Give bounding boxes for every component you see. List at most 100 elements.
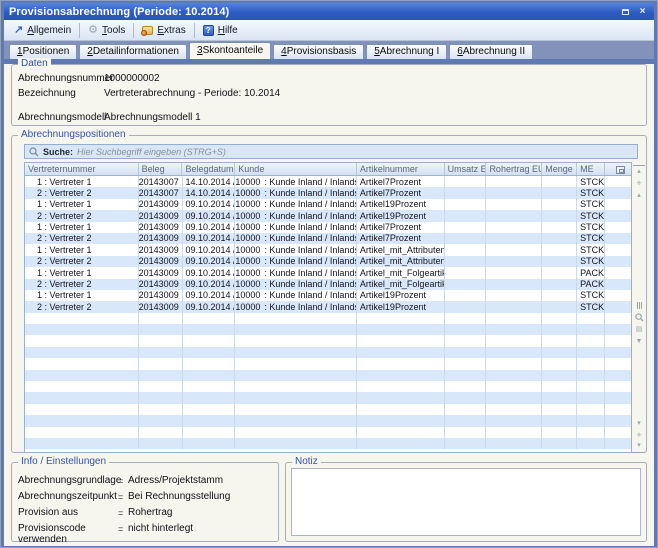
- columns-icon[interactable]: [633, 299, 645, 311]
- table-row[interactable]: 2 : Vertreter 22014300909.10.2014 /Do100…: [25, 301, 631, 312]
- table-empty-row[interactable]: [25, 392, 631, 403]
- info-groupbox: Info / Einstellungen Abrechnungsgrundlag…: [11, 462, 279, 542]
- table-row[interactable]: 1 : Vertreter 12014300909.10.2014 /Do100…: [25, 244, 631, 255]
- hilfe-button[interactable]: ? Hilfe: [196, 24, 245, 37]
- scroll-up-icon[interactable]: ▴: [633, 189, 645, 201]
- positions-groupbox: Abrechnungspositionen Suche: Vertreternu…: [11, 135, 647, 453]
- equals-bullet-icon: =: [118, 491, 128, 502]
- info-row: Provision aus=Rohertrag: [18, 507, 278, 518]
- allgemein-button[interactable]: ↗ Allgemein: [7, 24, 78, 37]
- info-value: Bei Rechnungsstellung: [128, 491, 230, 502]
- arrow-up-right-icon: ↗: [14, 25, 23, 35]
- column-chooser-cell[interactable]: [605, 163, 631, 175]
- info-row: Abrechnungsgrundlage=Adress/Projektstamm: [18, 475, 278, 486]
- field-value: Abrechnungsmodell 1: [104, 112, 201, 123]
- restore-window-icon[interactable]: [619, 6, 632, 18]
- scroll-to-bottom-icon[interactable]: ▾: [633, 441, 645, 453]
- info-value: Rohertrag: [128, 507, 172, 518]
- column-header-rohertrag-eur[interactable]: Rohertrag EUR: [486, 163, 542, 175]
- table-row[interactable]: 1 : Vertreter 12014300909.10.2014 /Do100…: [25, 199, 631, 210]
- table-row[interactable]: 1 : Vertreter 12014300909.10.2014 /Do100…: [25, 290, 631, 301]
- equals-bullet-icon: =: [118, 475, 128, 486]
- table-empty-row[interactable]: [25, 404, 631, 415]
- table-row[interactable]: 1 : Vertreter 12014300909.10.2014 /Do100…: [25, 267, 631, 278]
- column-chooser-icon[interactable]: [616, 166, 625, 174]
- equals-bullet-icon: =: [118, 523, 128, 545]
- table-row[interactable]: 2 : Vertreter 22014300909.10.2014 /Do100…: [25, 210, 631, 221]
- notiz-legend: Notiz: [292, 456, 321, 467]
- help-icon: ?: [203, 25, 214, 36]
- toolbar-separator: [194, 23, 195, 38]
- info-row: Provisionscode verwenden=nicht hinterleg…: [18, 523, 278, 545]
- daten-field: BezeichnungVertreterabrechnung - Periode…: [18, 88, 646, 99]
- tab-1-positionen[interactable]: 1 Positionen: [9, 44, 77, 59]
- scroll-to-top-icon[interactable]: ▴: [633, 165, 645, 177]
- window-title: Provisionsabrechnung (Periode: 10.2014): [9, 6, 619, 18]
- table-empty-row[interactable]: [25, 335, 631, 346]
- table-empty-row[interactable]: [25, 313, 631, 324]
- daten-legend: Daten: [18, 58, 51, 69]
- column-header-belegdatum[interactable]: Belegdatum: [182, 163, 235, 175]
- search-label: Suche:: [43, 147, 73, 157]
- filter-icon[interactable]: ▼: [633, 335, 645, 347]
- tab-3-skontoanteile[interactable]: 3 Skontoanteile: [189, 42, 271, 59]
- column-header-vertreternummer[interactable]: Vertreternummer: [25, 163, 139, 175]
- table-empty-row[interactable]: [25, 347, 631, 358]
- notiz-field[interactable]: [291, 468, 641, 536]
- toolbar: ↗ Allgemein ⚙ Tools Extras ? Hilfe: [4, 20, 654, 41]
- column-header-beleg[interactable]: Beleg: [139, 163, 183, 175]
- daten-field: Abrechnungsnummer1000000002: [18, 73, 646, 84]
- tab-6-abrechnung-ii[interactable]: 6 Abrechnung II: [449, 44, 533, 59]
- info-label: Provision aus: [18, 507, 118, 518]
- info-value: nicht hinterlegt: [128, 523, 193, 545]
- extras-button[interactable]: Extras: [135, 24, 192, 37]
- extras-box-icon: [142, 26, 153, 35]
- table-row[interactable]: 2 : Vertreter 22014300714.10.2014 /Di100…: [25, 187, 631, 198]
- column-header-umsatz-eur[interactable]: Umsatz EUR: [445, 163, 487, 175]
- gear-icon: ⚙: [88, 25, 98, 35]
- grid-add-icon[interactable]: +: [633, 177, 645, 189]
- tools-button[interactable]: ⚙ Tools: [81, 24, 132, 37]
- tab-strip: 1 Positionen2 Detailinformationen3 Skont…: [4, 41, 654, 59]
- toolbar-separator: [133, 23, 134, 38]
- table-empty-row[interactable]: [25, 381, 631, 392]
- table-row[interactable]: 2 : Vertreter 22014300909.10.2014 /Do100…: [25, 233, 631, 244]
- search-bar[interactable]: Suche:: [24, 144, 638, 159]
- info-label: Provisionscode verwenden: [18, 523, 118, 545]
- layout-icon[interactable]: ▤: [633, 323, 645, 335]
- table-row[interactable]: 2 : Vertreter 22014300909.10.2014 /Do100…: [25, 256, 631, 267]
- table-empty-row[interactable]: [25, 324, 631, 335]
- table-empty-row[interactable]: [25, 438, 631, 449]
- column-header-me[interactable]: ME: [577, 163, 605, 175]
- grid-add-bottom-icon[interactable]: +: [633, 429, 645, 441]
- notiz-groupbox: Notiz: [285, 462, 647, 542]
- tab-page: Daten Abrechnungsnummer1000000002Bezeich…: [4, 64, 654, 546]
- tab-2-detailinformationen[interactable]: 2 Detailinformationen: [79, 44, 187, 59]
- positions-legend: Abrechnungspositionen: [18, 129, 129, 140]
- field-value: 1000000002: [104, 73, 160, 84]
- info-label: Abrechnungszeitpunkt: [18, 491, 118, 502]
- field-value: Vertreterabrechnung - Periode: 10.2014: [104, 88, 280, 99]
- field-label: Bezeichnung: [18, 88, 104, 99]
- column-header-kunde[interactable]: Kunde: [235, 163, 357, 175]
- title-bar: Provisionsabrechnung (Periode: 10.2014) …: [4, 3, 654, 20]
- close-window-icon[interactable]: ×: [636, 6, 649, 18]
- table-row[interactable]: 1 : Vertreter 12014300714.10.2014 /Di100…: [25, 176, 631, 187]
- table-empty-row[interactable]: [25, 358, 631, 369]
- tab-5-abrechnung-i[interactable]: 5 Abrechnung I: [366, 44, 447, 59]
- field-label: Abrechnungsmodell: [18, 112, 104, 123]
- table-row[interactable]: 1 : Vertreter 12014300909.10.2014 /Do100…: [25, 222, 631, 233]
- column-header-artikelnummer[interactable]: Artikelnummer: [357, 163, 445, 175]
- table-empty-row[interactable]: [25, 415, 631, 426]
- grid-search-icon[interactable]: [633, 311, 645, 323]
- info-row: Abrechnungszeitpunkt=Bei Rechnungsstellu…: [18, 491, 278, 502]
- search-input[interactable]: [77, 146, 633, 158]
- table-row[interactable]: 2 : Vertreter 22014300909.10.2014 /Do100…: [25, 279, 631, 290]
- column-header-menge[interactable]: Menge: [542, 163, 577, 175]
- scroll-down-icon[interactable]: ▾: [633, 417, 645, 429]
- table-empty-row[interactable]: [25, 370, 631, 381]
- table-header: VertreternummerBelegBelegdatumKundeArtik…: [25, 163, 631, 176]
- table-empty-row[interactable]: [25, 427, 631, 438]
- search-icon: [29, 147, 39, 157]
- tab-4-provisionsbasis[interactable]: 4 Provisionsbasis: [273, 44, 364, 59]
